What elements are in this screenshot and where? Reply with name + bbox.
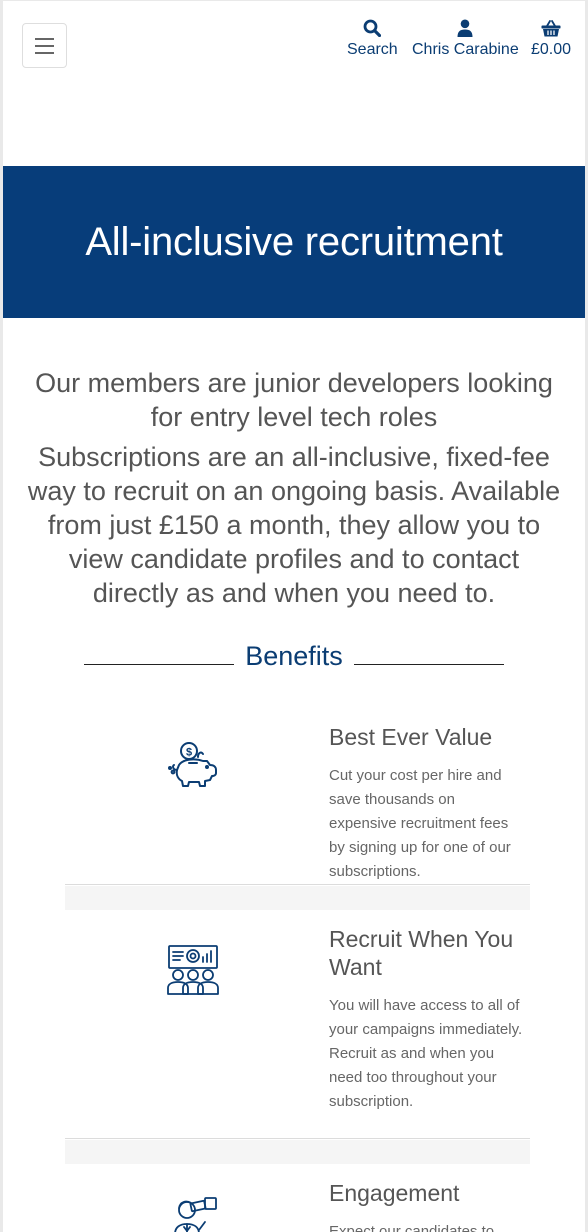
nav-basket-label: £0.00 [531, 41, 572, 58]
intro-subscription-text: Subscriptions are an all-inclusive, fixe… [27, 442, 561, 608]
heading-rule-right [353, 664, 504, 665]
search-icon [363, 15, 382, 37]
telescope-person-icon [165, 1194, 221, 1232]
nav-account-label: Chris Carabine [412, 41, 519, 58]
benefit-description: Cut your cost per hire and save thousand… [329, 767, 511, 880]
hero-banner: All-inclusive recruitment [3, 166, 585, 318]
nav-search-link[interactable]: Search [347, 15, 398, 59]
benefits-heading: Benefits [245, 641, 343, 671]
nav-search-label: Search [347, 41, 398, 58]
hamburger-icon-bar [35, 51, 54, 54]
team-presentation-icon [165, 942, 221, 998]
basket-icon [541, 15, 561, 37]
benefits-heading-row: Benefits [3, 641, 585, 672]
benefit-divider [65, 1140, 530, 1164]
intro-section: Our members are junior developers lookin… [23, 366, 565, 610]
benefit-title: Recruit When You Want [329, 926, 514, 980]
hero-title: All-inclusive recruitment [85, 219, 503, 264]
user-icon [457, 15, 473, 37]
benefit-divider [65, 886, 530, 910]
menu-toggle-button[interactable] [22, 23, 67, 68]
intro-members-text: Our members are junior developers lookin… [35, 368, 553, 432]
benefit-title: Best Ever Value [329, 724, 493, 750]
benefit-card: Engagement Expect our candidates to [65, 1164, 530, 1232]
benefit-title: Engagement [329, 1180, 460, 1206]
nav-account-link[interactable]: Chris Carabine [412, 15, 519, 59]
piggy-bank-icon: $ [165, 739, 221, 795]
benefit-card: $ Best Ever Value Cut your cost per hire… [65, 711, 530, 885]
hamburger-icon-bar [35, 37, 54, 40]
hamburger-icon-bar [35, 44, 54, 47]
nav-basket-link[interactable]: £0.00 [531, 15, 571, 59]
heading-rule-left [84, 664, 235, 665]
page: Search Chris Carabine £0.00 All-inclusiv… [0, 0, 588, 1232]
benefit-description: You will have access to all of your camp… [329, 997, 523, 1110]
benefit-card: Recruit When You Want You will have acce… [65, 910, 530, 1139]
benefit-description: Expect our candidates to [329, 1223, 495, 1232]
svg-text:$: $ [186, 747, 192, 759]
